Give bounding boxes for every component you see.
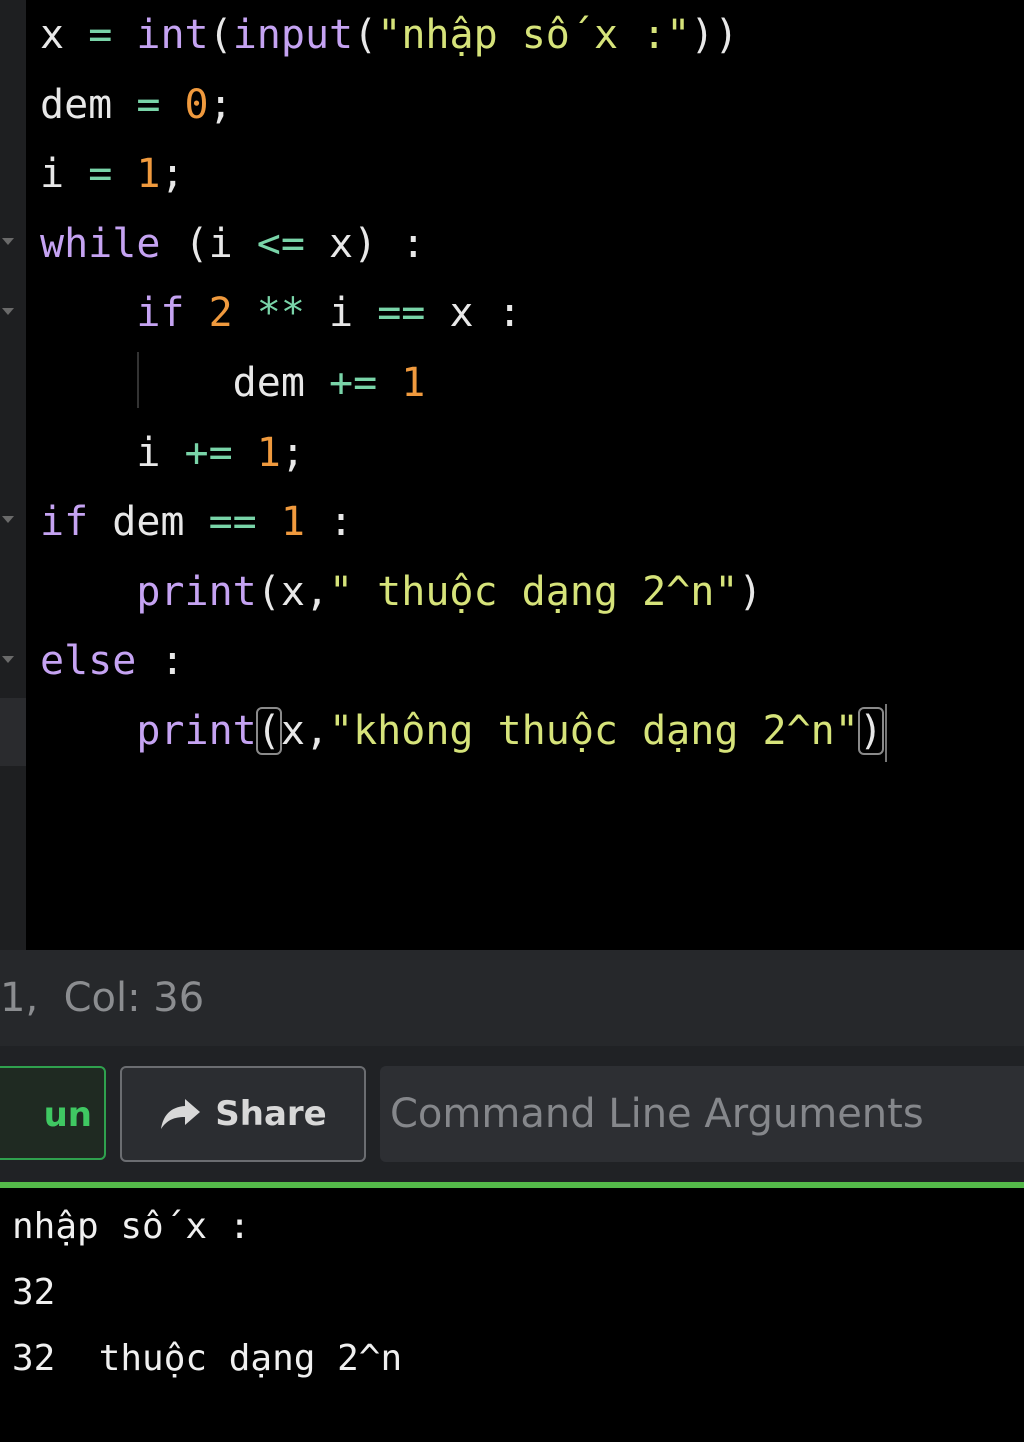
code-token: 1 bbox=[256, 429, 281, 476]
code-token: if bbox=[136, 290, 185, 337]
code-token: ; bbox=[208, 81, 233, 128]
code-token: = bbox=[88, 12, 113, 58]
code-line[interactable]: if dem == 1 : bbox=[40, 487, 353, 557]
run-button-label: un bbox=[43, 1095, 92, 1135]
code-token: : bbox=[136, 638, 185, 685]
code-token: : bbox=[304, 499, 354, 546]
code-token: 0 bbox=[184, 81, 209, 128]
toolbar: un Share bbox=[0, 1046, 1024, 1182]
code-token: 1 bbox=[136, 151, 161, 198]
code-token: 1 bbox=[280, 499, 305, 546]
code-token: else bbox=[40, 638, 137, 685]
text-cursor bbox=[884, 704, 887, 762]
cursor-position: 1, Col: 36 bbox=[0, 975, 205, 1021]
code-editor[interactable]: x = int(input("nhập số x :")) dem = 0; i =… bbox=[0, 0, 1024, 950]
output-console[interactable]: nhập số x : 32 32 thuộc dạng 2^n bbox=[0, 1188, 1024, 1442]
code-token: 2 bbox=[208, 290, 233, 337]
code-token: == bbox=[377, 290, 426, 337]
code-line[interactable]: while (i <= x) : bbox=[40, 209, 425, 279]
code-token: = bbox=[136, 81, 161, 128]
code-line[interactable]: i += 1; bbox=[40, 418, 305, 488]
code-token: while bbox=[40, 220, 161, 267]
fold-arrow-icon[interactable] bbox=[2, 308, 14, 315]
code-token: 1 bbox=[401, 360, 426, 406]
status-bar: 1, Col: 36 bbox=[0, 950, 1024, 1046]
code-token: input bbox=[232, 12, 354, 58]
code-token: x bbox=[40, 12, 65, 58]
share-button-label: Share bbox=[215, 1094, 327, 1134]
code-token: ** bbox=[256, 290, 305, 337]
code-token: dem bbox=[40, 360, 329, 406]
code-line[interactable]: i = 1; bbox=[40, 139, 185, 209]
code-token: )) bbox=[690, 12, 739, 58]
command-line-arguments-input[interactable] bbox=[380, 1066, 1024, 1162]
matched-bracket: ) bbox=[857, 707, 884, 755]
code-token: " thuộc dạng 2^n" bbox=[329, 568, 739, 615]
code-token: int bbox=[136, 12, 209, 58]
code-token: (x, bbox=[256, 568, 329, 615]
code-token: ; bbox=[280, 429, 305, 476]
console-line: nhập số x : bbox=[12, 1206, 251, 1247]
code-token: i bbox=[40, 429, 185, 476]
code-token: += bbox=[328, 360, 378, 406]
code-token: if bbox=[40, 499, 89, 546]
code-token: = bbox=[88, 151, 113, 198]
code-token: "không thuộc dạng 2^n" bbox=[329, 708, 859, 754]
code-line[interactable]: if 2 ** i == x : bbox=[40, 278, 522, 348]
code-token: print bbox=[136, 568, 257, 615]
matched-bracket: ( bbox=[255, 707, 282, 755]
code-token: (i bbox=[160, 220, 257, 267]
code-token: "nhập số x :" bbox=[377, 12, 691, 58]
code-line[interactable]: x = int(input("nhập số x :")) bbox=[40, 0, 738, 70]
code-token: == bbox=[208, 499, 257, 546]
code-token: x : bbox=[425, 290, 522, 337]
code-token: x, bbox=[280, 708, 330, 754]
share-button[interactable]: Share bbox=[120, 1066, 366, 1162]
fold-arrow-icon[interactable] bbox=[2, 516, 14, 523]
code-line[interactable]: else : bbox=[40, 626, 185, 696]
fold-arrow-icon[interactable] bbox=[2, 656, 14, 663]
run-button[interactable]: un bbox=[0, 1066, 106, 1160]
console-line: 32 thuộc dạng 2^n bbox=[12, 1338, 403, 1379]
console-line: 32 bbox=[12, 1272, 56, 1313]
code-token: ( bbox=[208, 12, 233, 58]
code-token: ( bbox=[353, 12, 378, 58]
code-line[interactable]: dem = 0; bbox=[40, 70, 233, 140]
share-icon bbox=[159, 1097, 201, 1131]
code-token: <= bbox=[256, 220, 305, 267]
code-token: x) : bbox=[304, 220, 426, 267]
code-token: i bbox=[304, 290, 378, 337]
code-token: dem bbox=[88, 499, 209, 546]
active-line-gutter bbox=[0, 698, 26, 766]
code-line[interactable]: dem += 1 bbox=[40, 348, 426, 418]
editor-gutter bbox=[0, 0, 26, 950]
fold-arrow-icon[interactable] bbox=[2, 238, 14, 245]
code-token: dem bbox=[40, 81, 113, 128]
code-token: i bbox=[40, 151, 65, 198]
code-token: print bbox=[136, 708, 257, 754]
code-line[interactable]: print(x," thuộc dạng 2^n") bbox=[40, 557, 763, 627]
code-token: ; bbox=[160, 151, 185, 198]
code-token: += bbox=[184, 429, 233, 476]
code-line[interactable]: print(x,"không thuộc dạng 2^n") bbox=[40, 696, 887, 766]
code-token: ) bbox=[738, 568, 763, 615]
